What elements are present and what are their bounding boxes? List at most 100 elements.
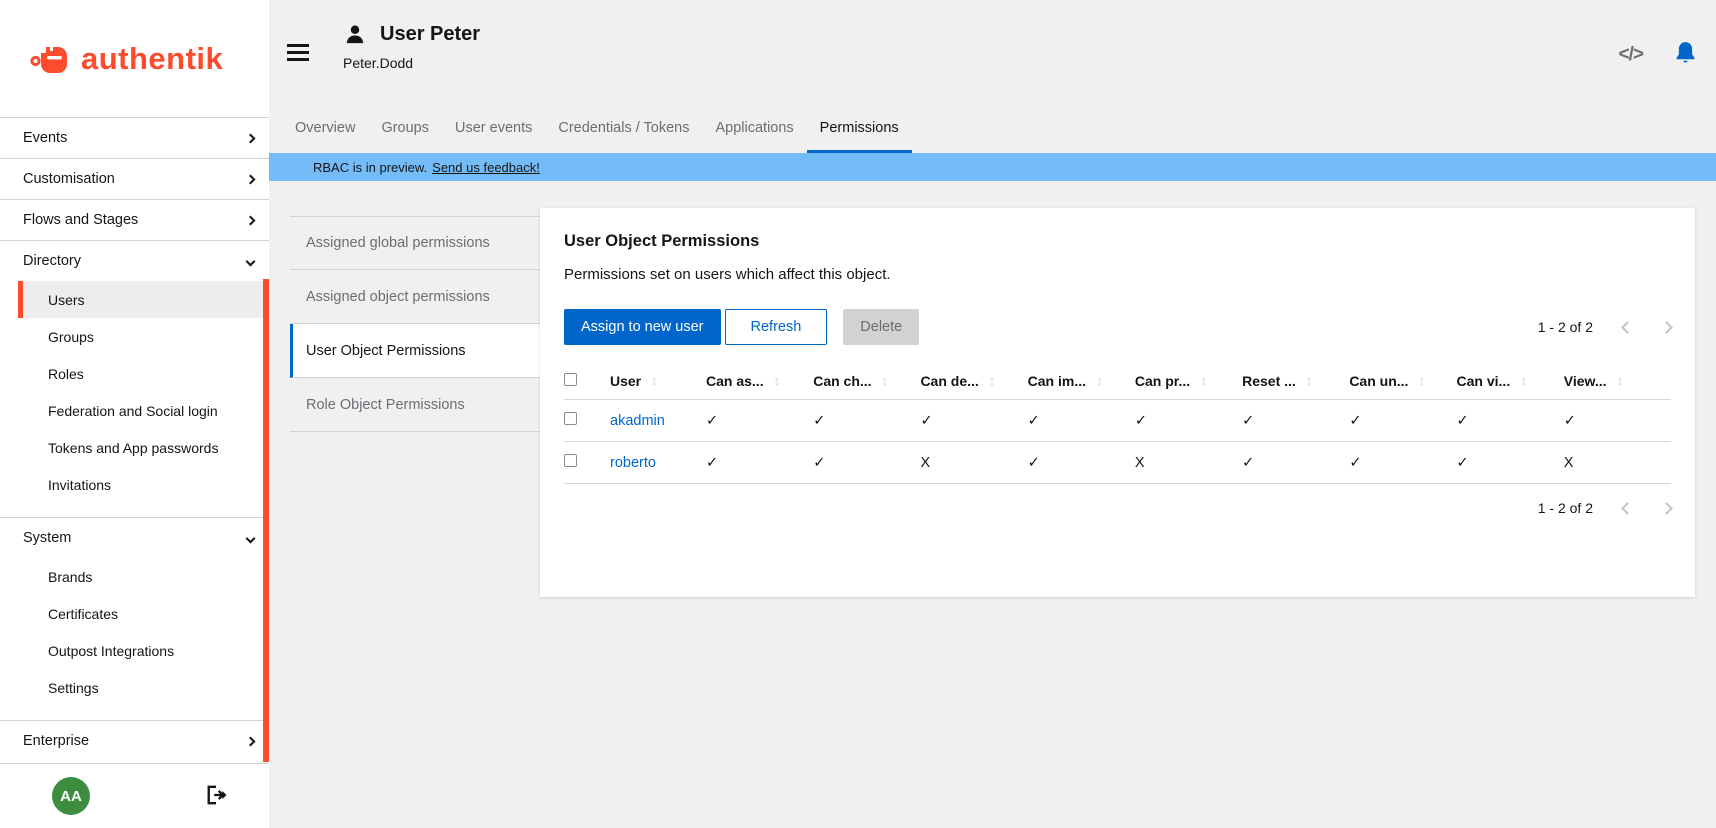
sidebar-item-customisation[interactable]: Customisation: [0, 159, 269, 199]
assign-to-new-user-button[interactable]: Assign to new user: [564, 309, 721, 345]
check-mark: ✓: [920, 413, 932, 429]
logout-button[interactable]: [205, 785, 227, 808]
tab-groups[interactable]: Groups: [368, 105, 442, 153]
check-mark: ✓: [1028, 413, 1040, 429]
pagination-bottom: 1 - 2 of 2: [1538, 500, 1671, 516]
sidebar-item-label: System: [23, 530, 71, 546]
topbar: User Peter Peter.Dodd </>: [269, 0, 1716, 105]
sidebar-item-brands[interactable]: Brands: [0, 558, 269, 595]
sort-icon[interactable]: ↕: [774, 373, 781, 388]
page-title: User Peter: [380, 23, 480, 46]
previous-page-button[interactable]: [1623, 320, 1632, 335]
avatar[interactable]: AA: [52, 777, 90, 815]
sidebar-item-directory[interactable]: Directory: [0, 241, 269, 281]
sidebar-item-groups[interactable]: Groups: [0, 318, 269, 355]
sidebar-item-settings[interactable]: Settings: [0, 669, 269, 706]
next-page-button[interactable]: [1662, 501, 1671, 516]
pagination-label: 1 - 2 of 2: [1538, 500, 1593, 516]
column-header-can-im[interactable]: Can im... ↕: [1028, 373, 1135, 389]
sort-icon[interactable]: ↕: [1520, 373, 1527, 388]
x-mark: X: [1135, 455, 1145, 471]
feedback-link[interactable]: Send us feedback!: [432, 160, 540, 175]
sort-icon[interactable]: ↕: [1306, 373, 1313, 388]
row-checkbox[interactable]: [564, 412, 577, 425]
check-mark: ✓: [1242, 455, 1254, 471]
column-header-label: User: [610, 373, 641, 389]
column-header-can-de[interactable]: Can de...↕: [920, 373, 1027, 389]
column-header-can-as[interactable]: Can as... ↕: [706, 373, 813, 389]
next-page-button[interactable]: [1662, 320, 1671, 335]
sidebar-item-system[interactable]: System: [0, 518, 269, 558]
sidebar-item-roles[interactable]: Roles: [0, 355, 269, 392]
notifications-bell-icon[interactable]: [1673, 40, 1698, 70]
tab-credentials-tokens[interactable]: Credentials / Tokens: [545, 105, 702, 153]
column-header-label: View...: [1564, 373, 1607, 389]
subtab-role-object-permissions[interactable]: Role Object Permissions: [290, 378, 540, 432]
subtab-user-object-permissions[interactable]: User Object Permissions: [290, 324, 540, 378]
x-mark: X: [920, 455, 930, 471]
sort-icon[interactable]: ↕: [882, 373, 889, 388]
subtab-assigned-object-permissions[interactable]: Assigned object permissions: [290, 270, 540, 324]
column-header-label: Can ch...: [813, 373, 871, 389]
check-mark: ✓: [813, 413, 825, 429]
column-header-label: Reset ...: [1242, 373, 1296, 389]
column-header-can-un[interactable]: Can un... ↕: [1349, 373, 1456, 389]
tab-permissions[interactable]: Permissions: [807, 105, 912, 153]
check-mark: ✓: [1135, 413, 1147, 429]
sidebar-item-label: Directory: [23, 253, 81, 269]
table-row: roberto✓✓X✓X✓✓✓X: [564, 442, 1671, 484]
check-mark: ✓: [1457, 413, 1469, 429]
sort-icon[interactable]: ↕: [1418, 373, 1425, 388]
check-mark: ✓: [706, 413, 718, 429]
page-subtitle: Peter.Dodd: [343, 55, 480, 71]
tab-user-events[interactable]: User events: [442, 105, 545, 153]
tab-applications[interactable]: Applications: [702, 105, 806, 153]
user-object-permissions-card: User Object Permissions Permissions set …: [540, 208, 1695, 597]
sidebar-item-label: Enterprise: [23, 733, 89, 749]
brand-logo[interactable]: authentik: [0, 0, 269, 117]
permission-subtabs: Assigned global permissionsAssigned obje…: [290, 216, 540, 432]
column-header-view[interactable]: View... ↕: [1564, 373, 1671, 389]
sidebar-item-tokens-and-app-passwords[interactable]: Tokens and App passwords: [0, 429, 269, 466]
pagination-label: 1 - 2 of 2: [1538, 319, 1593, 335]
row-checkbox[interactable]: [564, 454, 577, 467]
sidebar-item-invitations[interactable]: Invitations: [0, 466, 269, 503]
api-code-icon[interactable]: </>: [1613, 43, 1649, 67]
check-mark: ✓: [1457, 455, 1469, 471]
card-title: User Object Permissions: [564, 232, 1671, 251]
previous-page-button[interactable]: [1623, 501, 1632, 516]
column-header-label: Can un...: [1349, 373, 1408, 389]
sort-icon[interactable]: ↕: [1096, 373, 1103, 388]
column-header-label: Can as...: [706, 373, 764, 389]
sidebar-item-flows-and-stages[interactable]: Flows and Stages: [0, 200, 269, 240]
select-all-checkbox[interactable]: [564, 373, 577, 386]
refresh-button[interactable]: Refresh: [725, 309, 828, 345]
pagination-top: 1 - 2 of 2: [1538, 319, 1671, 335]
column-header-reset[interactable]: Reset ... ↕: [1242, 373, 1349, 389]
sidebar-item-label: Flows and Stages: [23, 212, 138, 228]
column-header-can-vi[interactable]: Can vi...↕: [1457, 373, 1564, 389]
sidebar-item-federation-and-social-login[interactable]: Federation and Social login: [0, 392, 269, 429]
column-header-can-pr[interactable]: Can pr...↕: [1135, 373, 1242, 389]
sidebar-item-users[interactable]: Users: [18, 281, 269, 318]
sidebar-item-enterprise[interactable]: Enterprise: [0, 721, 269, 761]
sort-icon[interactable]: ↕: [989, 373, 996, 388]
subtab-assigned-global-permissions[interactable]: Assigned global permissions: [290, 216, 540, 270]
column-header-label: Can im...: [1028, 373, 1086, 389]
chevron-down-icon: [246, 533, 256, 543]
sidebar-item-certificates[interactable]: Certificates: [0, 595, 269, 632]
user-link-roberto[interactable]: roberto: [610, 455, 656, 471]
sidebar-toggle-button[interactable]: [287, 44, 309, 65]
tab-overview[interactable]: Overview: [282, 105, 368, 153]
user-icon: [343, 23, 367, 46]
sort-icon[interactable]: ↕: [651, 373, 658, 388]
chevron-right-icon: [246, 174, 256, 184]
user-link-akadmin[interactable]: akadmin: [610, 413, 665, 429]
sidebar-item-events[interactable]: Events: [0, 118, 269, 158]
sort-icon[interactable]: ↕: [1200, 373, 1207, 388]
chevron-right-icon: [246, 215, 256, 225]
column-header-can-ch[interactable]: Can ch... ↕: [813, 373, 920, 389]
sidebar-item-outpost-integrations[interactable]: Outpost Integrations: [0, 632, 269, 669]
column-header-user[interactable]: User ↕: [610, 373, 706, 389]
sort-icon[interactable]: ↕: [1617, 373, 1624, 388]
